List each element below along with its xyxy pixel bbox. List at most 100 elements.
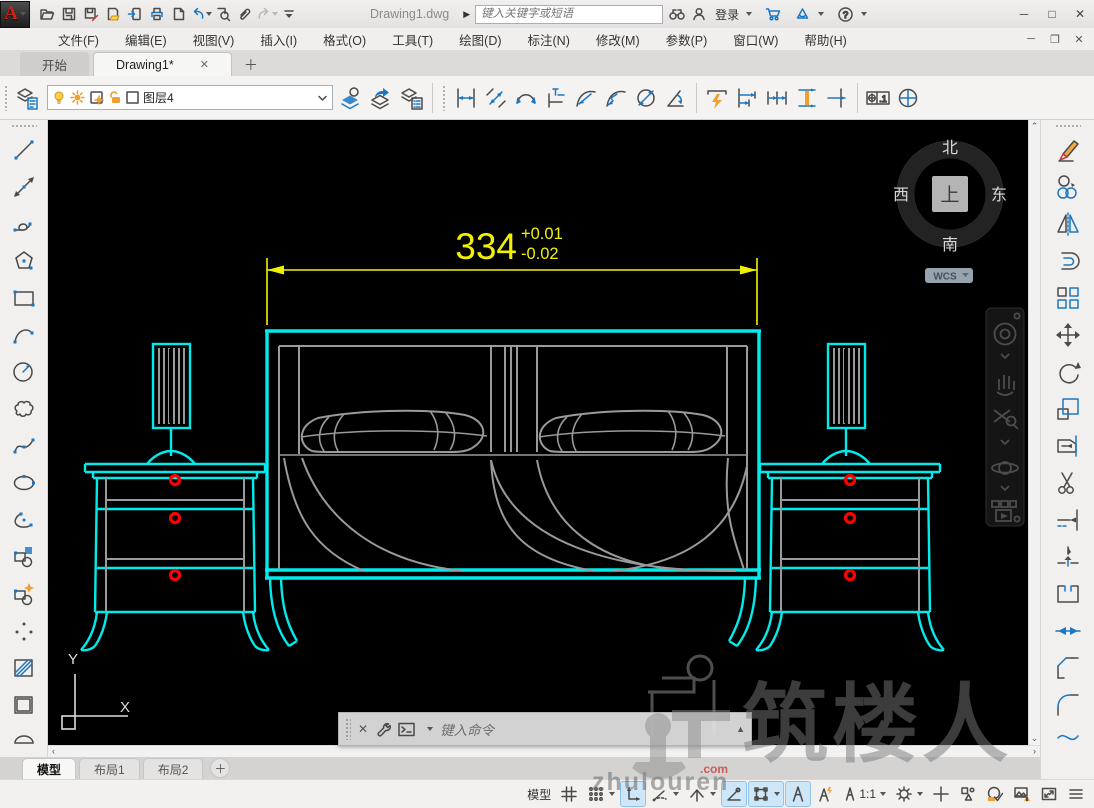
menu-window[interactable]: 窗口(W) (733, 30, 778, 49)
close-button[interactable]: ✕ (1066, 2, 1094, 26)
line-tool-button[interactable] (6, 131, 42, 168)
annotation-autoscale-button[interactable] (813, 782, 837, 806)
chamfer-tool-button[interactable] (1050, 649, 1086, 686)
ortho-mode-button[interactable] (620, 781, 647, 807)
customize-wrench-icon[interactable] (375, 721, 392, 737)
command-expand-icon[interactable]: ▲ (736, 724, 745, 734)
signin-avatar-icon[interactable] (691, 6, 707, 22)
polyline-tool-button[interactable] (6, 205, 42, 242)
jogged-dimension-button[interactable] (601, 81, 631, 115)
rectangle-tool-button[interactable] (6, 279, 42, 316)
insert-block-tool-button[interactable] (6, 538, 42, 575)
gradient-tool-button[interactable] (6, 686, 42, 723)
toolbar-grip[interactable] (442, 84, 447, 111)
doc-minimize-button[interactable]: ─ (1020, 30, 1042, 48)
chevron-down-icon[interactable] (917, 792, 923, 796)
chevron-down-icon[interactable] (880, 792, 886, 796)
object-snap-button[interactable] (748, 781, 785, 807)
store-cart-icon[interactable] (765, 6, 783, 22)
chevron-down-icon[interactable] (774, 792, 781, 796)
ellipse-arc-tool-button[interactable] (6, 501, 42, 538)
tab-layout1[interactable]: 布局1 (79, 758, 140, 779)
menu-draw[interactable]: 绘图(D) (459, 30, 501, 49)
scroll-down-icon[interactable]: ⌄ (1031, 734, 1039, 743)
doc-restore-button[interactable]: ❐ (1044, 30, 1066, 48)
angular-dimension-button[interactable] (661, 81, 691, 115)
rotate-tool-button[interactable] (1050, 353, 1086, 390)
navigation-bar[interactable] (985, 307, 1025, 527)
chevron-down-icon[interactable] (861, 12, 868, 16)
extend-tool-button[interactable] (1050, 501, 1086, 538)
command-line[interactable]: ✕ 键入命令 ▲ (338, 712, 752, 746)
combo-chevron-icon[interactable] (317, 94, 328, 102)
export-mobile-button[interactable] (124, 3, 146, 25)
break-at-point-tool-button[interactable] (1050, 538, 1086, 575)
radius-dimension-button[interactable] (571, 81, 601, 115)
move-tool-button[interactable] (1050, 316, 1086, 353)
annotation-visibility-button[interactable] (785, 781, 812, 807)
construction-line-tool-button[interactable] (6, 168, 42, 205)
hardware-acceleration-button[interactable] (983, 782, 1007, 806)
a360-icon[interactable] (794, 6, 811, 22)
tab-model[interactable]: 模型 (22, 758, 77, 779)
batch-plot-button[interactable] (102, 3, 124, 25)
tab-close-icon[interactable]: ✕ (200, 58, 209, 71)
command-line-grip[interactable] (345, 718, 351, 740)
chevron-down-icon[interactable] (818, 12, 825, 16)
diameter-dimension-button[interactable] (631, 81, 661, 115)
maximize-button[interactable]: □ (1038, 2, 1066, 26)
command-history-icon[interactable] (398, 722, 418, 737)
viewcube[interactable]: 上 北 南 西 东 (893, 139, 1007, 254)
spline-tool-button[interactable] (6, 427, 42, 464)
nightstand-with-lamp[interactable] (80, 342, 946, 653)
layer-combo[interactable]: 图层4 (47, 85, 333, 110)
stretch-tool-button[interactable] (1050, 427, 1086, 464)
ordinate-dimension-button[interactable] (541, 81, 571, 115)
menu-dimension[interactable]: 标注(N) (528, 30, 570, 49)
dimension-annotation[interactable]: 334 +0.01 -0.02 (266, 225, 758, 325)
attach-button[interactable] (234, 3, 256, 25)
region-tool-button[interactable] (6, 723, 42, 757)
tolerance-button[interactable]: .1 (863, 81, 893, 115)
revision-cloud-tool-button[interactable] (6, 390, 42, 427)
linear-dimension-button[interactable] (451, 81, 481, 115)
grid-display-button[interactable] (557, 782, 581, 806)
blend-curves-tool-button[interactable] (1050, 723, 1086, 760)
copy-tool-button[interactable] (1050, 168, 1086, 205)
toolbar-grip[interactable] (4, 84, 9, 111)
horizontal-scrollbar[interactable]: ‹ › (48, 745, 1040, 757)
menu-insert[interactable]: 插入(I) (260, 30, 297, 49)
help-icon[interactable]: ? (837, 6, 854, 23)
new-drawing-button[interactable] (168, 3, 190, 25)
drawing-canvas[interactable]: 334 +0.01 -0.02 Y X 上 北 南 西 东 WCS (48, 120, 1028, 745)
clean-screen-button[interactable] (1037, 782, 1061, 806)
menu-modify[interactable]: 修改(M) (596, 30, 640, 49)
toolbar-grip[interactable] (1054, 124, 1081, 129)
search-input[interactable] (475, 4, 664, 24)
annotation-scale-button[interactable]: 1:1 (840, 782, 889, 806)
model-space-button[interactable]: 模型 (524, 782, 554, 806)
new-layout-button[interactable]: ＋ (210, 758, 231, 778)
doc-close-button[interactable]: ✕ (1068, 30, 1090, 48)
polar-tracking-button[interactable] (648, 782, 682, 806)
scale-tool-button[interactable] (1050, 390, 1086, 427)
center-mark-button[interactable] (893, 81, 923, 115)
crosshair-button[interactable] (929, 782, 953, 806)
open-button[interactable] (36, 3, 58, 25)
menu-file[interactable]: 文件(F) (58, 30, 99, 49)
print-button[interactable] (146, 3, 168, 25)
search-expand-icon[interactable]: ▶ (463, 9, 470, 20)
isometric-drafting-button[interactable] (685, 782, 719, 806)
layer-previous-button[interactable] (367, 81, 397, 115)
chevron-down-icon[interactable] (746, 12, 753, 16)
bed-elevation[interactable] (265, 329, 761, 648)
tab-drawing1[interactable]: Drawing1* ✕ (93, 52, 232, 76)
command-input[interactable]: 键入命令 (440, 719, 729, 739)
signin-label[interactable]: 登录 (715, 6, 739, 23)
app-logo-button[interactable]: A (0, 0, 30, 28)
quick-dimension-button[interactable] (702, 81, 732, 115)
point-tool-button[interactable] (6, 612, 42, 649)
scroll-up-icon[interactable]: ⌃ (1031, 122, 1039, 131)
workspace-switching-button[interactable] (892, 782, 926, 806)
hatch-tool-button[interactable] (6, 649, 42, 686)
